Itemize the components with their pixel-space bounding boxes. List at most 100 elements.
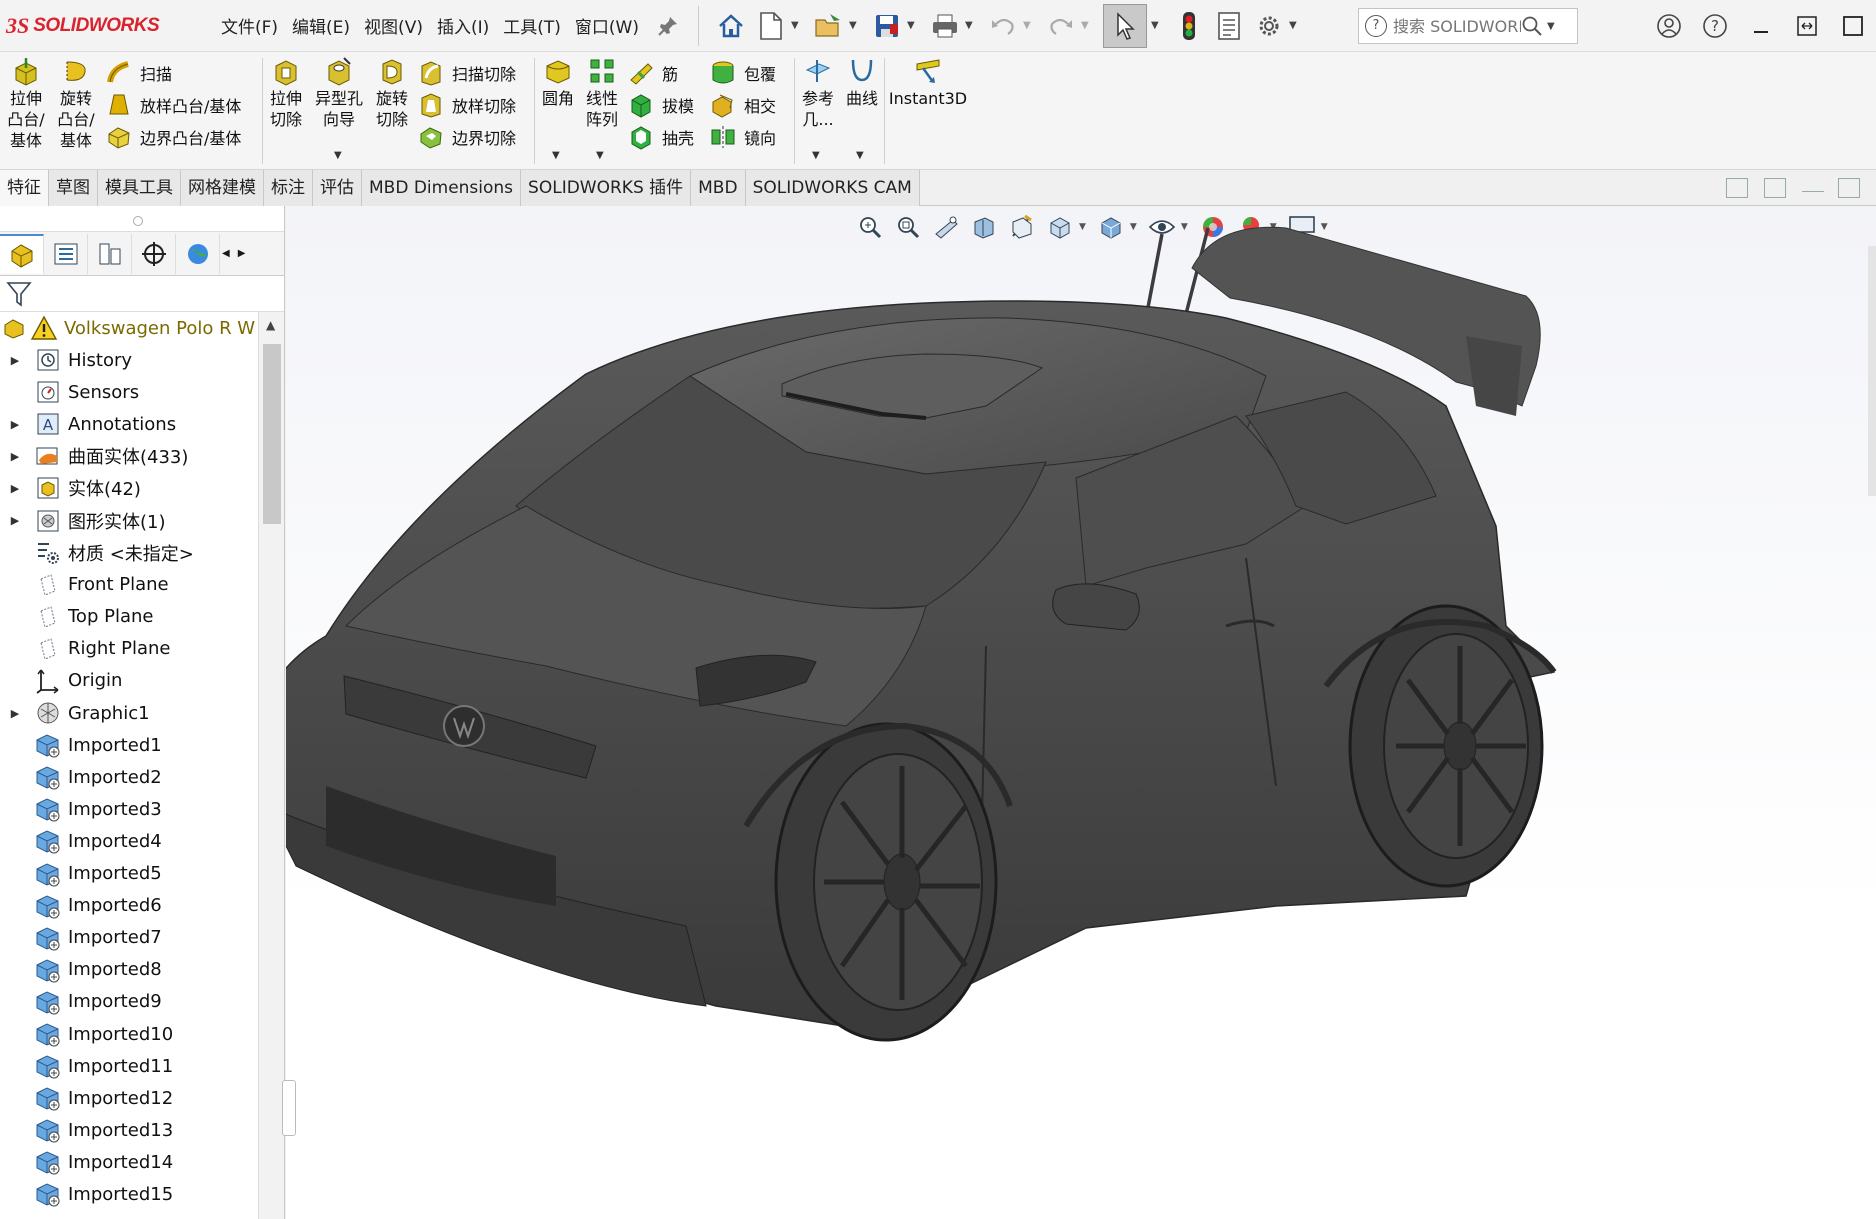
- tree-item[interactable]: Imported6: [0, 890, 258, 922]
- search-box[interactable]: ? ▼: [1358, 8, 1578, 44]
- tree-item[interactable]: Sensors: [0, 376, 258, 408]
- shell-button[interactable]: 抽壳: [628, 124, 694, 150]
- file-properties-icon[interactable]: [1213, 10, 1245, 42]
- tree-item[interactable]: ▶ A Annotations: [0, 408, 258, 440]
- panel-splitter-handle[interactable]: [282, 1080, 296, 1136]
- tree-item[interactable]: Imported14: [0, 1146, 258, 1178]
- print-icon[interactable]: [929, 10, 961, 42]
- tree-item[interactable]: Imported10: [0, 1018, 258, 1050]
- sweep-cut-button[interactable]: 扫描切除: [418, 60, 516, 86]
- chevron-down-icon[interactable]: ▼: [849, 20, 859, 31]
- tree-item[interactable]: ▶ 实体(42): [0, 472, 258, 504]
- property-manager-tab-icon[interactable]: [44, 233, 88, 274]
- tree-item[interactable]: ▶ 图形实体(1): [0, 504, 258, 536]
- redo-icon[interactable]: [1045, 10, 1077, 42]
- open-folder-icon[interactable]: [813, 10, 845, 42]
- chevron-down-icon[interactable]: ▼: [596, 150, 604, 161]
- boundary-cut-button[interactable]: 边界切除: [418, 124, 516, 150]
- menu-file[interactable]: 文件(F): [214, 13, 285, 38]
- configuration-manager-tab-icon[interactable]: [88, 233, 132, 274]
- menu-tools[interactable]: 工具(T): [496, 13, 568, 38]
- tree-item[interactable]: Imported3: [0, 793, 258, 825]
- tree-item[interactable]: Front Plane: [0, 569, 258, 601]
- sweep-boss-button[interactable]: 扫描: [106, 60, 172, 86]
- tree-item[interactable]: Imported8: [0, 954, 258, 986]
- feature-manager-tab-icon[interactable]: [0, 233, 44, 274]
- chevron-down-icon[interactable]: ▼: [856, 150, 864, 161]
- expand-arrow-icon[interactable]: ▶: [8, 354, 22, 367]
- new-document-icon[interactable]: [755, 10, 787, 42]
- graphics-area[interactable]: ▼ ▼ ▼ ▼ ▼: [286, 206, 1876, 1219]
- intersect-button[interactable]: 相交: [710, 92, 776, 118]
- save-icon[interactable]: [871, 10, 903, 42]
- rebuild-traffic-light-icon[interactable]: [1173, 10, 1205, 42]
- tile-right-icon[interactable]: [1764, 178, 1786, 198]
- tree-item[interactable]: 材质 <未指定>: [0, 537, 258, 569]
- display-manager-tab-icon[interactable]: [176, 233, 220, 274]
- chevron-down-icon[interactable]: ▼: [812, 150, 820, 161]
- tree-item[interactable]: Imported7: [0, 922, 258, 954]
- tree-item[interactable]: ▶ 曲面实体(433): [0, 440, 258, 472]
- tab-features[interactable]: 特征: [0, 170, 49, 206]
- rib-button[interactable]: 筋: [628, 60, 678, 86]
- instant3d-button[interactable]: Instant3D: [889, 56, 967, 109]
- select-arrow-icon[interactable]: [1102, 3, 1147, 48]
- chevron-down-icon[interactable]: ▼: [965, 20, 975, 31]
- search-input[interactable]: [1393, 16, 1521, 36]
- scroll-tabs-left-icon[interactable]: ◀: [222, 248, 230, 259]
- tab-mbd-dimensions[interactable]: MBD Dimensions: [362, 170, 522, 206]
- linear-pattern-button[interactable]: 线性 阵列: [582, 56, 622, 130]
- help-circle-icon[interactable]: ?: [1365, 15, 1387, 37]
- boundary-boss-button[interactable]: 边界凸台/基体: [106, 124, 241, 150]
- loft-cut-button[interactable]: 放样切除: [418, 92, 516, 118]
- menu-view[interactable]: 视图(V): [357, 13, 430, 38]
- fillet-button[interactable]: 圆角: [538, 56, 578, 109]
- tile-left-icon[interactable]: [1726, 178, 1748, 198]
- chevron-down-icon[interactable]: ▼: [1023, 20, 1033, 31]
- dimxpert-tab-icon[interactable]: [132, 233, 176, 274]
- hole-wizard-button[interactable]: 异型孔 向导: [312, 56, 366, 130]
- tab-markup[interactable]: 标注: [264, 170, 313, 206]
- chevron-down-icon[interactable]: ▼: [1547, 21, 1557, 32]
- tree-item[interactable]: ▶ Graphic1: [0, 697, 258, 729]
- tree-root-part[interactable]: Volkswagen Polo R W: [0, 312, 258, 344]
- tab-evaluate[interactable]: 评估: [313, 170, 362, 206]
- reference-geometry-button[interactable]: 参考 几...: [798, 56, 838, 130]
- tree-scrollbar[interactable]: ▲: [258, 312, 284, 1219]
- tree-item[interactable]: Right Plane: [0, 633, 258, 665]
- scroll-tabs-right-icon[interactable]: ▶: [238, 248, 246, 259]
- expand-arrow-icon[interactable]: ▶: [8, 514, 22, 527]
- chevron-down-icon[interactable]: ▼: [907, 20, 917, 31]
- tree-item[interactable]: Imported4: [0, 825, 258, 857]
- restore-icon[interactable]: [1784, 0, 1830, 52]
- filter-icon[interactable]: [6, 280, 32, 308]
- tab-mbd[interactable]: MBD: [691, 170, 746, 206]
- tab-solidworks-cam[interactable]: SOLIDWORKS CAM: [745, 170, 920, 206]
- draft-button[interactable]: 拔模: [628, 92, 694, 118]
- chevron-down-icon[interactable]: ▼: [1151, 20, 1161, 31]
- car-3d-model[interactable]: [286, 206, 1876, 1219]
- extrude-cut-button[interactable]: 拉伸 切除: [266, 56, 306, 130]
- expand-arrow-icon[interactable]: ▶: [8, 707, 22, 720]
- pin-icon[interactable]: [656, 14, 680, 38]
- revolve-boss-button[interactable]: 旋转 凸台/ 基体: [56, 56, 96, 151]
- tree-item[interactable]: Imported5: [0, 858, 258, 890]
- restore-doc-icon[interactable]: [1838, 178, 1860, 198]
- chevron-down-icon[interactable]: ▼: [334, 150, 342, 161]
- minimize-icon[interactable]: [1738, 0, 1784, 52]
- curves-button[interactable]: 曲线: [842, 56, 882, 109]
- tree-item[interactable]: ▶ History: [0, 344, 258, 376]
- help-icon[interactable]: ?: [1692, 0, 1738, 52]
- chevron-down-icon[interactable]: ▼: [1289, 20, 1299, 31]
- tree-item[interactable]: Imported13: [0, 1114, 258, 1146]
- chevron-down-icon[interactable]: ▼: [791, 20, 801, 31]
- loft-boss-button[interactable]: 放样凸台/基体: [106, 92, 241, 118]
- expand-arrow-icon[interactable]: ▶: [8, 482, 22, 495]
- chevron-down-icon[interactable]: ▼: [1081, 20, 1091, 31]
- home-icon[interactable]: [715, 10, 747, 42]
- expand-arrow-icon[interactable]: ▶: [8, 418, 22, 431]
- tree-item[interactable]: Imported11: [0, 1050, 258, 1082]
- tree-item[interactable]: Imported15: [0, 1178, 258, 1210]
- options-gear-icon[interactable]: [1253, 10, 1285, 42]
- scroll-up-icon[interactable]: ▲: [266, 318, 275, 332]
